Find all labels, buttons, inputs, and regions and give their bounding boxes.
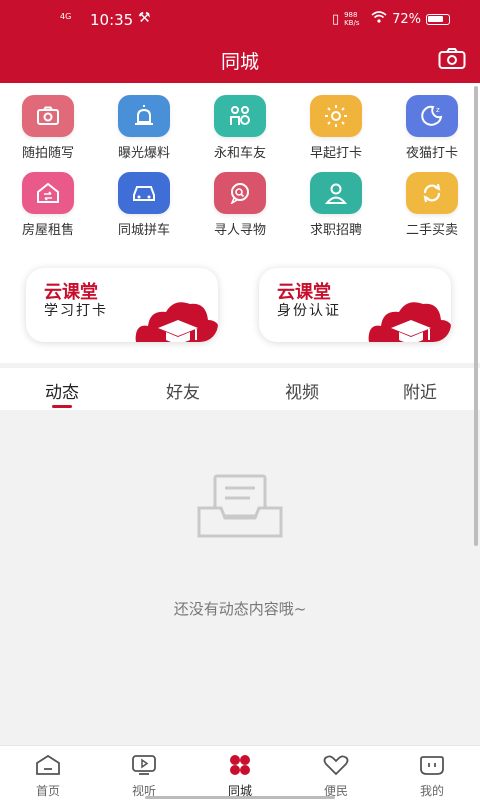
battery-percent: 72%	[392, 11, 421, 27]
feed-tabs: 动态 好友 视频 附近	[0, 368, 480, 410]
empty-message: 还没有动态内容哦~	[173, 600, 307, 618]
car-icon	[118, 172, 170, 214]
shortcut-car[interactable]: 同城拼车	[96, 160, 192, 238]
home-icon	[36, 754, 60, 775]
nav-home[interactable]: 首页	[0, 754, 96, 799]
shortcut-label: 二手买卖	[405, 223, 458, 238]
scrollbar[interactable]	[474, 86, 478, 546]
svg-text:z: z	[436, 106, 440, 114]
nav-media[interactable]: 视听	[96, 754, 192, 799]
shortcut-siren[interactable]: 曝光爆料	[96, 83, 192, 161]
app-header: 4G 10:35 ⚒ ▯ 988 KB/s 72% 同城	[0, 0, 480, 83]
shortcut-label: 随拍随写	[21, 146, 74, 161]
speed-indicator: 988 KB/s	[344, 11, 360, 27]
profile-icon	[420, 756, 444, 775]
moon-icon: z	[406, 95, 458, 137]
sun-icon	[310, 95, 362, 137]
house-icon	[22, 172, 74, 214]
cloud-class-checkin-banner[interactable]: 云课堂 学习打卡	[26, 268, 218, 342]
tab-moments[interactable]: 动态	[2, 378, 122, 403]
shortcut-search-chat[interactable]: 寻人寻物	[192, 160, 288, 238]
shortcut-label: 求职招聘	[309, 223, 362, 238]
shortcut-label: 房屋租售	[21, 223, 74, 238]
shortcut-camera[interactable]: 随拍随写	[0, 83, 96, 161]
tools-icon: ⚒	[138, 10, 151, 26]
people-icon	[214, 95, 266, 137]
vibrate-icon: ▯	[331, 11, 340, 27]
banner-subtitle: 学习打卡	[44, 303, 108, 319]
nav-label: 首页	[35, 784, 60, 798]
siren-icon	[118, 95, 170, 137]
wifi-icon	[371, 11, 387, 27]
tab-videos[interactable]: 视频	[242, 378, 362, 403]
cloud-graduation-cap-icon	[135, 302, 218, 342]
search-chat-icon	[214, 172, 266, 214]
status-bar: 4G 10:35 ⚒ ▯ 988 KB/s 72%	[0, 10, 480, 30]
empty-state: 还没有动态内容哦~	[0, 410, 480, 745]
city-icon	[230, 755, 250, 775]
camera-icon[interactable]	[438, 48, 466, 74]
shortcut-label: 永和车友	[213, 146, 266, 161]
nav-label: 我的	[419, 784, 444, 798]
cloud-class-identity-banner[interactable]: 云课堂 身份认证	[259, 268, 451, 342]
shortcut-sun[interactable]: 早起打卡	[288, 83, 384, 161]
shortcut-label: 同城拼车	[117, 223, 170, 238]
shortcut-people[interactable]: 永和车友	[192, 83, 288, 161]
recycle-icon	[406, 172, 458, 214]
banner-subtitle: 身份认证	[277, 303, 341, 319]
nav-services[interactable]: 便民	[288, 754, 384, 799]
active-tab-indicator	[52, 405, 72, 408]
home-indicator	[145, 796, 335, 799]
shortcut-recycle[interactable]: 二手买卖	[384, 160, 480, 238]
bottom-navigation: 首页 视听 同城 便民 我的	[0, 745, 480, 801]
shortcut-label: 早起打卡	[309, 146, 362, 161]
network-indicator: 4G	[60, 12, 72, 21]
tab-nearby[interactable]: 附近	[360, 378, 480, 403]
tab-friends[interactable]: 好友	[123, 378, 243, 403]
person-icon	[310, 172, 362, 214]
play-icon	[132, 755, 156, 775]
heart-icon	[323, 755, 349, 776]
clock: 10:35	[90, 11, 134, 29]
battery-icon	[426, 13, 450, 25]
shortcut-person[interactable]: 求职招聘	[288, 160, 384, 238]
shortcut-label: 夜猫打卡	[405, 146, 458, 161]
shortcut-label: 曝光爆料	[117, 146, 170, 161]
cloud-graduation-cap-icon	[368, 302, 451, 342]
nav-city[interactable]: 同城	[192, 754, 288, 799]
nav-profile[interactable]: 我的	[384, 754, 480, 799]
shortcut-moon[interactable]: z 夜猫打卡	[384, 83, 480, 161]
shortcut-label: 寻人寻物	[213, 223, 266, 238]
page-title: 同城	[220, 51, 259, 73]
camera-icon	[22, 95, 74, 137]
shortcut-house[interactable]: 房屋租售	[0, 160, 96, 238]
empty-inbox-icon	[195, 472, 285, 546]
